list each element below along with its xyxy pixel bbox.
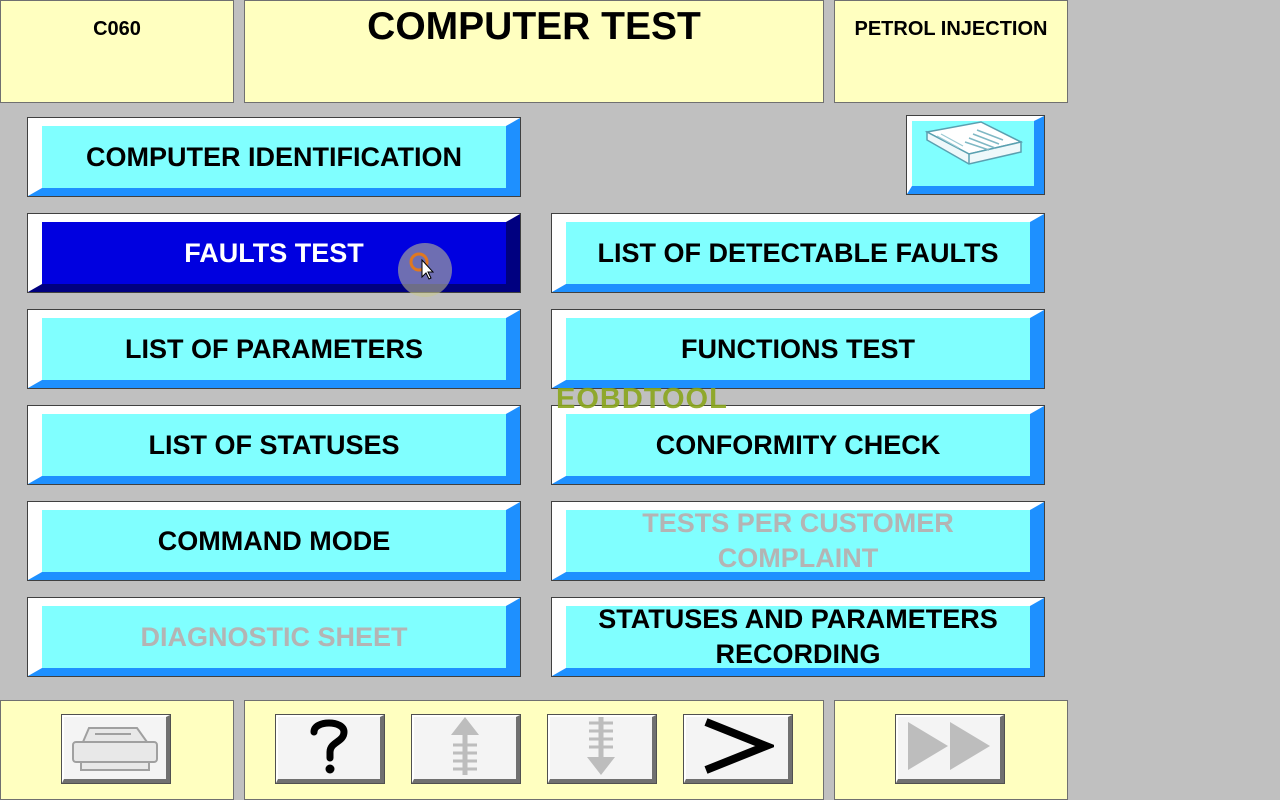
tests-per-customer-complaint-label-line2: COMPLAINT	[717, 543, 879, 573]
computer-identification-button[interactable]: COMPUTER IDENTIFICATION	[27, 117, 521, 197]
mouse-cursor-icon	[409, 252, 435, 280]
header-code-panel: C060	[0, 0, 234, 103]
manual-button[interactable]	[906, 115, 1045, 195]
statuses-and-parameters-recording-label-line2: RECORDING	[715, 639, 881, 669]
next-button[interactable]	[683, 714, 793, 784]
header-code: C060	[93, 18, 141, 40]
command-mode-button[interactable]: COMMAND MODE	[27, 501, 521, 581]
diagnostic-sheet-button: DIAGNOSTIC SHEET	[27, 597, 521, 677]
question-mark-icon	[304, 716, 354, 781]
conformity-check-button[interactable]: CONFORMITY CHECK	[551, 405, 1045, 485]
header-system-panel: PETROL INJECTION	[834, 0, 1068, 103]
printer-icon	[67, 718, 163, 779]
scroll-down-button	[547, 714, 657, 784]
list-of-detectable-faults-button[interactable]: LIST OF DETECTABLE FAULTS	[551, 213, 1045, 293]
tests-per-customer-complaint-button: TESTS PER CUSTOMER COMPLAINT	[551, 501, 1045, 581]
fast-forward-icon	[902, 718, 996, 779]
help-button[interactable]	[275, 714, 385, 784]
statuses-and-parameters-recording-label-line1: STATUSES AND PARAMETERS	[598, 604, 998, 634]
header-system-label: PETROL INJECTION	[854, 18, 1048, 40]
header-title-panel: COMPUTER TEST	[244, 0, 824, 103]
fast-forward-button	[895, 714, 1005, 784]
statuses-and-parameters-recording-button[interactable]: STATUSES AND PARAMETERS RECORDING	[551, 597, 1045, 677]
page-title: COMPUTER TEST	[367, 5, 701, 48]
functions-test-button[interactable]: FUNCTIONS TEST	[551, 309, 1045, 389]
open-book-icon	[923, 120, 1024, 187]
tests-per-customer-complaint-label-line1: TESTS PER CUSTOMER	[642, 508, 954, 538]
greater-than-icon	[700, 716, 777, 781]
watermark: EOBDTOOL	[556, 383, 728, 415]
list-of-parameters-button[interactable]: LIST OF PARAMETERS	[27, 309, 521, 389]
up-arrow-icon	[445, 715, 485, 782]
down-arrow-icon	[581, 715, 621, 782]
list-of-statuses-button[interactable]: LIST OF STATUSES	[27, 405, 521, 485]
print-button	[61, 714, 171, 784]
scroll-up-button	[411, 714, 521, 784]
